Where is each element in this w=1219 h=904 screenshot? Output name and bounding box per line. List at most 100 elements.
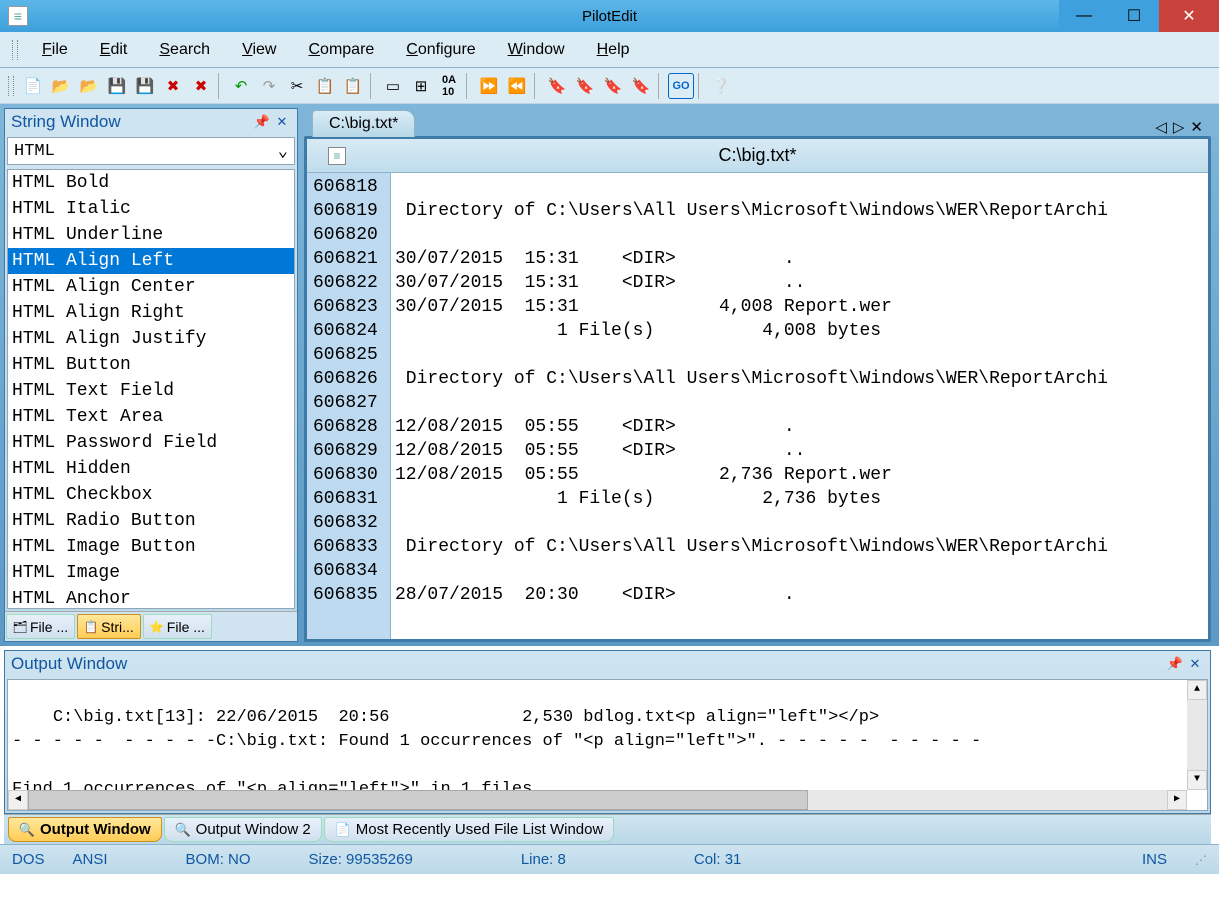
string-list-item[interactable]: HTML Text Field [8,378,294,404]
editor-text[interactable]: Directory of C:\Users\All Users\Microsof… [391,173,1208,639]
save-icon[interactable]: 💾 [104,73,130,99]
menu-help[interactable]: Help [583,37,644,63]
menu-view[interactable]: View [228,37,290,63]
menu-search[interactable]: Search [145,37,224,63]
string-list-item[interactable]: HTML Align Right [8,300,294,326]
pin-icon[interactable]: 📌 [253,113,271,131]
string-list-item[interactable]: HTML Text Area [8,404,294,430]
new-file-icon[interactable]: 📄 [20,73,46,99]
menu-configure[interactable]: Configure [392,37,489,63]
output-vscrollbar[interactable]: ▲ ▼ [1187,680,1207,790]
bookmark1-icon[interactable]: 🔖 [544,73,570,99]
output-hscrollbar[interactable]: ◀ ▶ [8,790,1187,810]
bookmark3-icon[interactable]: 🔖 [600,73,626,99]
column-mode-icon[interactable]: ⊞ [408,73,434,99]
next-tab-icon[interactable]: ▷ [1173,118,1185,136]
output-tab[interactable]: 📄Most Recently Used File List Window [324,817,615,842]
select-icon[interactable]: ▭ [380,73,406,99]
editor-body[interactable]: 6068186068196068206068216068226068236068… [307,173,1208,639]
scroll-left-icon[interactable]: ◀ [8,790,28,810]
string-list-item[interactable]: HTML Checkbox [8,482,294,508]
undo-icon[interactable]: ↶ [228,73,254,99]
string-list-item[interactable]: HTML Anchor [8,586,294,609]
status-line: Line: 8 [521,851,566,868]
close-button[interactable]: ✕ [1159,0,1219,32]
string-window-header: String Window 📌 ✕ [5,109,297,135]
paste-icon[interactable]: 📋 [340,73,366,99]
open-multiple-icon[interactable]: 📂 [76,73,102,99]
titlebar-title: PilotEdit [582,8,637,25]
string-category-dropdown[interactable]: HTML ⌄ [7,137,295,165]
string-list-item[interactable]: HTML Underline [8,222,294,248]
dropdown-value: HTML [14,142,278,161]
side-tab[interactable]: 📋Stri... [77,614,141,639]
scroll-down-icon[interactable]: ▼ [1187,770,1207,790]
resize-grip-icon[interactable]: ⋰ [1195,853,1207,867]
edit-area: C:\big.txt* ◁ ▷ ✕ C:\big.txt* 6068186068… [304,108,1211,642]
toolbar: 📄 📂 📂 💾 💾 ✖ ✖ ↶ ↷ ✂ 📋 📋 ▭ ⊞ 0A10 ⏩ ⏪ 🔖 🔖… [0,68,1219,104]
prev-tab-icon[interactable]: ◁ [1155,118,1167,136]
close-all-icon[interactable]: ✖ [188,73,214,99]
output-pin-icon[interactable]: 📌 [1166,655,1184,673]
status-bom: BOM: NO [186,851,251,868]
workspace: String Window 📌 ✕ HTML ⌄ HTML BoldHTML I… [0,104,1219,646]
tab-icon: 📄 [335,822,351,838]
tab-icon: 🔍 [175,822,191,838]
cut-icon[interactable]: ✂ [284,73,310,99]
string-list-item[interactable]: HTML Align Left [8,248,294,274]
bookmark2-icon[interactable]: 🔖 [572,73,598,99]
string-list-item[interactable]: HTML Image [8,560,294,586]
output-close-icon[interactable]: ✕ [1186,655,1204,673]
scroll-up-icon[interactable]: ▲ [1187,680,1207,700]
tab-icon: 🔍 [19,822,35,838]
titlebar: PilotEdit — ☐ ✕ [0,0,1219,32]
string-list-item[interactable]: HTML Button [8,352,294,378]
go-button[interactable]: GO [668,73,694,99]
string-list-item[interactable]: HTML Password Field [8,430,294,456]
editor-tabs: C:\big.txt* ◁ ▷ ✕ [304,108,1211,136]
panel-close-icon[interactable]: ✕ [273,113,291,131]
rewind-icon[interactable]: ⏪ [504,73,530,99]
save-all-icon[interactable]: 💾 [132,73,158,99]
toolbar-grip[interactable] [8,76,14,96]
menu-edit[interactable]: Edit [86,37,142,63]
encoding-icon[interactable]: 0A10 [436,73,462,99]
menubar-grip[interactable] [12,40,18,60]
close-file-icon[interactable]: ✖ [160,73,186,99]
string-list-item[interactable]: HTML Bold [8,170,294,196]
side-tab[interactable]: ⭐File ... [143,614,212,639]
string-window-panel: String Window 📌 ✕ HTML ⌄ HTML BoldHTML I… [4,108,298,642]
string-list-item[interactable]: HTML Hidden [8,456,294,482]
menu-compare[interactable]: Compare [294,37,388,63]
status-insert-mode: INS [1142,851,1167,868]
menu-window[interactable]: Window [494,37,579,63]
side-tab[interactable]: 🗂File ... [6,614,75,639]
close-tab-icon[interactable]: ✕ [1190,118,1203,136]
help-icon[interactable]: ❔ [708,73,734,99]
output-tabs: 🔍Output Window🔍Output Window 2📄Most Rece… [4,814,1211,844]
string-list[interactable]: HTML BoldHTML ItalicHTML UnderlineHTML A… [7,169,295,609]
editor-header: C:\big.txt* [307,139,1208,173]
string-list-item[interactable]: HTML Image Button [8,534,294,560]
fast-forward-icon[interactable]: ⏩ [476,73,502,99]
chevron-down-icon: ⌄ [278,141,288,162]
open-file-icon[interactable]: 📂 [48,73,74,99]
editor-file-path: C:\big.txt* [718,145,796,166]
maximize-button[interactable]: ☐ [1109,0,1159,32]
string-list-item[interactable]: HTML Align Justify [8,326,294,352]
bookmark4-icon[interactable]: 🔖 [628,73,654,99]
redo-icon[interactable]: ↷ [256,73,282,99]
minimize-button[interactable]: — [1059,0,1109,32]
scroll-right-icon[interactable]: ▶ [1167,790,1187,810]
menu-file[interactable]: File [28,37,82,63]
copy-icon[interactable]: 📋 [312,73,338,99]
output-text[interactable]: C:\big.txt[13]: 22/06/2015 20:56 2,530 b… [7,679,1208,811]
hscroll-thumb[interactable] [28,790,808,810]
output-title: Output Window [11,654,1164,674]
string-list-item[interactable]: HTML Align Center [8,274,294,300]
string-list-item[interactable]: HTML Italic [8,196,294,222]
editor-tab[interactable]: C:\big.txt* [312,110,415,137]
string-list-item[interactable]: HTML Radio Button [8,508,294,534]
output-tab[interactable]: 🔍Output Window [8,817,162,842]
output-tab[interactable]: 🔍Output Window 2 [164,817,322,842]
